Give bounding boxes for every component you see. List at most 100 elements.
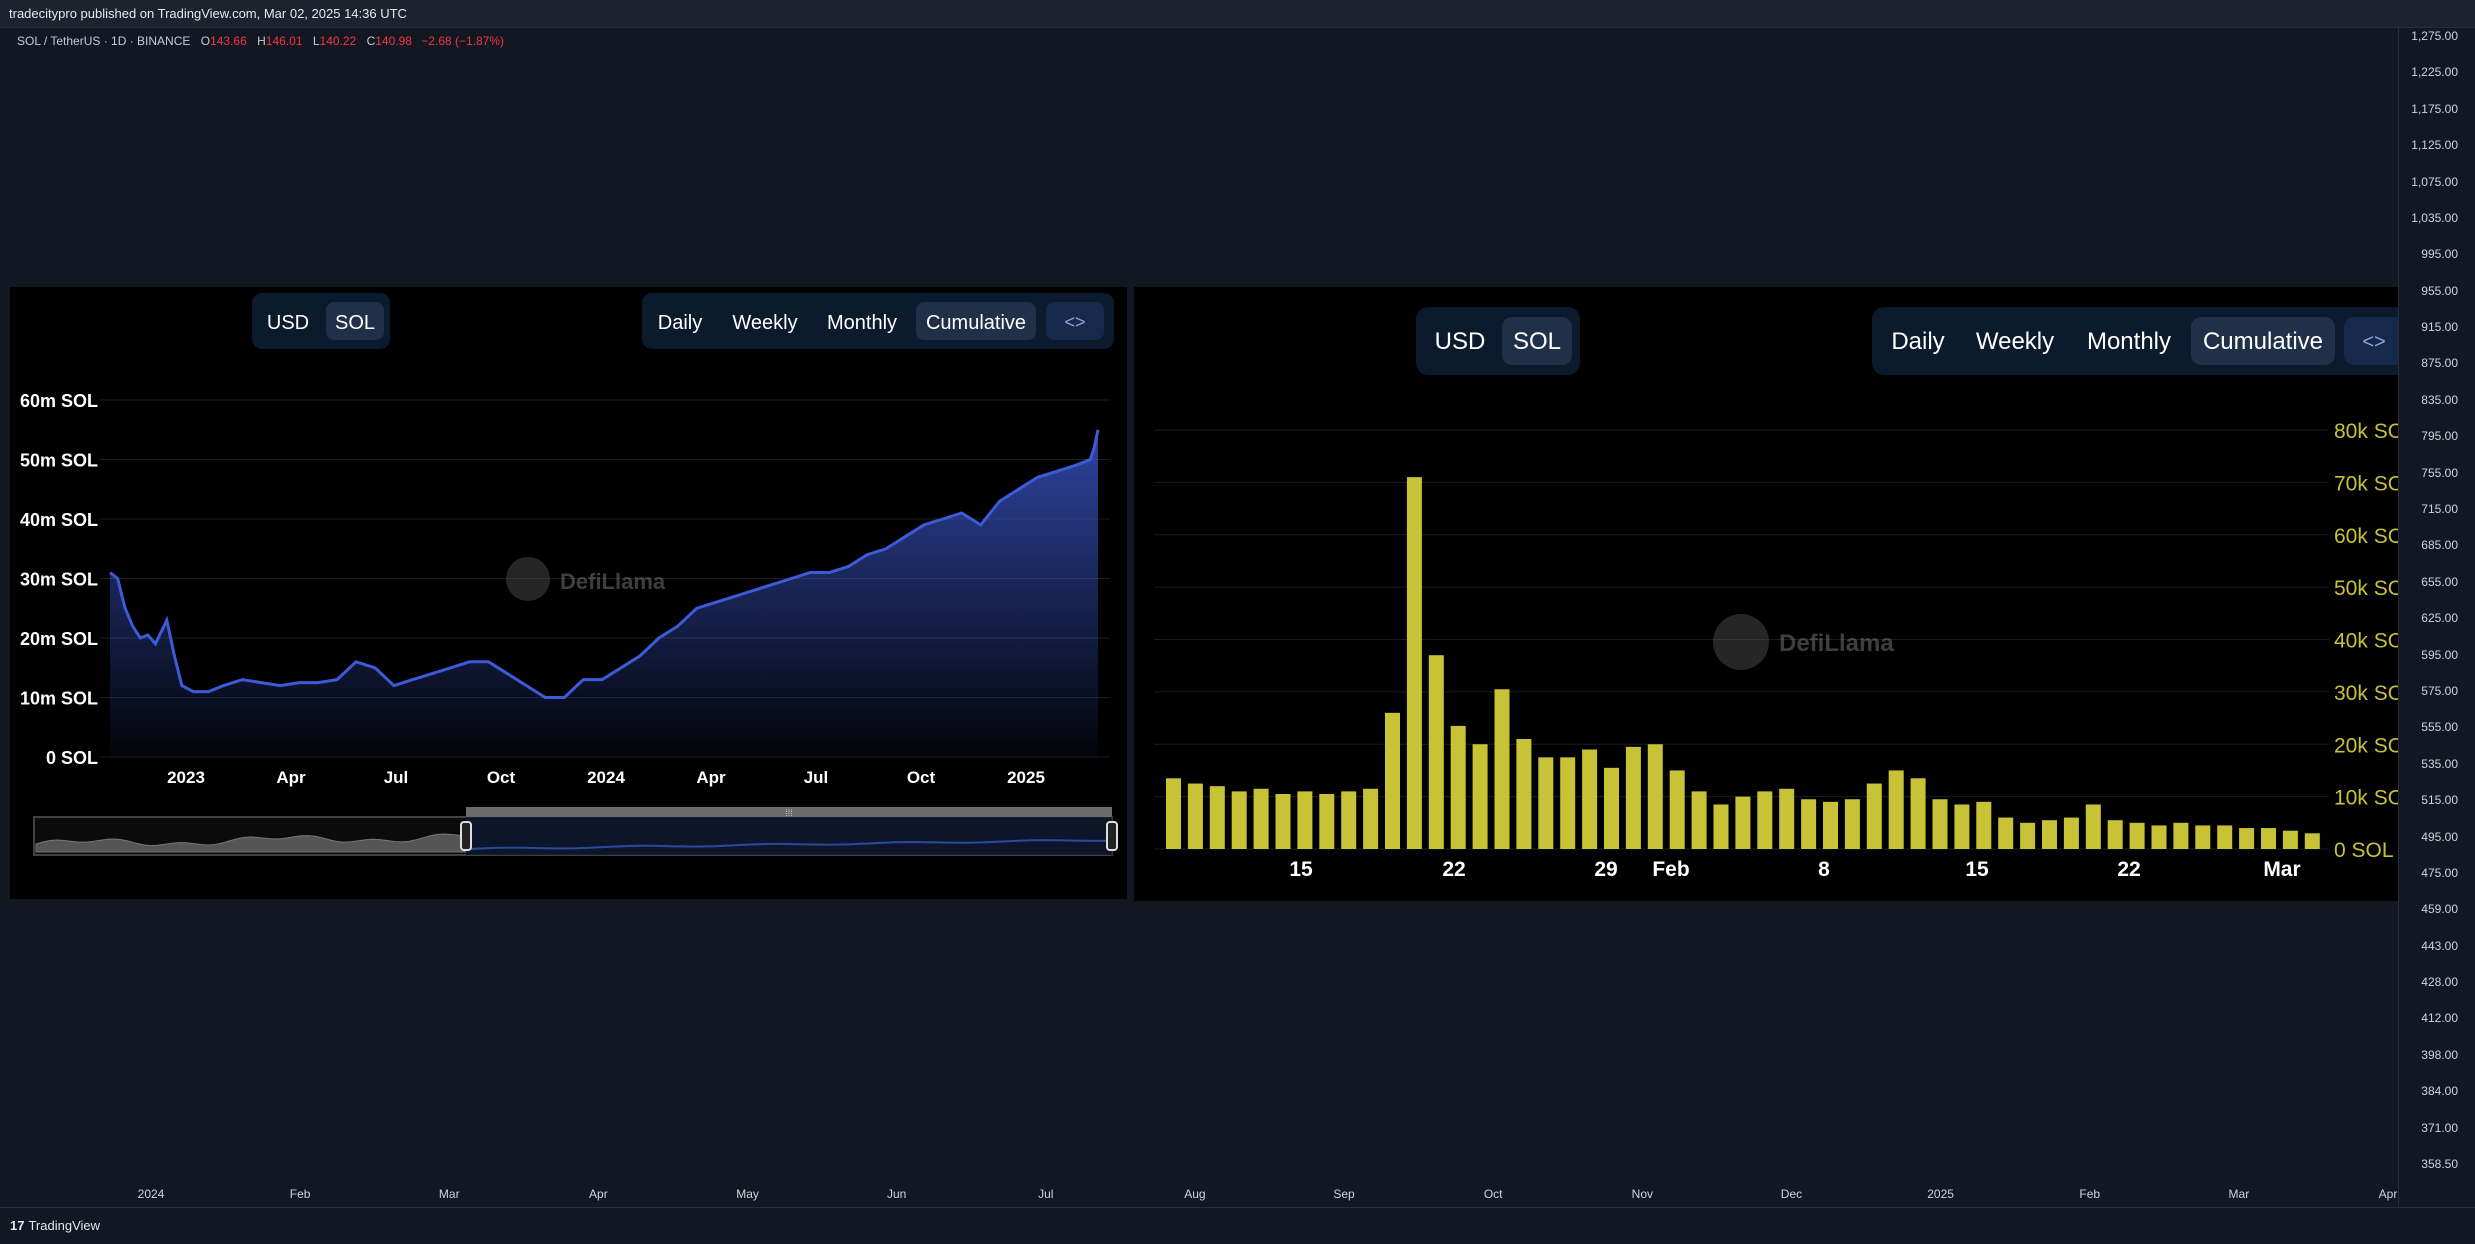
price-axis-label: 428.00: [2421, 975, 2458, 990]
y-tick-label: 20m SOL: [20, 629, 98, 649]
bar[interactable]: [1866, 783, 1882, 849]
bar[interactable]: [1669, 770, 1685, 849]
period-tab-cumulative[interactable]: Cumulative: [926, 312, 1026, 334]
period-tab-weekly[interactable]: Weekly: [1976, 328, 2054, 355]
bar[interactable]: [1625, 746, 1641, 849]
time-axis-label: Aug: [1184, 1187, 1206, 1201]
bar[interactable]: [2042, 820, 2057, 849]
symbol-name[interactable]: SOL / TetherUS · 1D · BINANCE: [17, 34, 190, 48]
currency-toggle: USD SOL: [1416, 307, 1580, 375]
bar[interactable]: [2151, 825, 2167, 849]
bar[interactable]: [1582, 749, 1598, 849]
time-axis-label: Apr: [589, 1187, 608, 1201]
bar[interactable]: [2239, 828, 2255, 849]
bar[interactable]: [1954, 804, 1970, 849]
bar[interactable]: [2085, 804, 2101, 849]
price-axis-label: 575.00: [2421, 683, 2458, 698]
bar[interactable]: [2282, 830, 2298, 849]
bar[interactable]: [1406, 477, 1422, 849]
bar[interactable]: [1801, 799, 1817, 849]
bar[interactable]: [1823, 801, 1838, 849]
range-selector[interactable]: ⁞⁞⁞: [33, 807, 1118, 856]
x-tick-label: 15: [1289, 858, 1313, 881]
currency-tab-sol[interactable]: SOL: [1513, 328, 1561, 355]
price-axis-label: 398.00: [2421, 1047, 2458, 1062]
bar[interactable]: [1209, 786, 1225, 849]
x-tick-label: Oct: [907, 768, 936, 787]
bar[interactable]: [2107, 820, 2123, 849]
price-axis-label: 358.50: [2421, 1157, 2458, 1171]
bar[interactable]: [1231, 791, 1247, 849]
bar[interactable]: [1187, 783, 1203, 849]
daily-bar-chart-panel: USD SOL Daily Weekly Monthly Cumulative …: [1134, 287, 2398, 901]
period-tab-weekly[interactable]: Weekly: [732, 312, 797, 334]
x-tick-label: Oct: [487, 768, 516, 787]
open-label: O: [200, 34, 211, 48]
bar[interactable]: [2304, 833, 2320, 849]
bar[interactable]: [1998, 817, 2014, 849]
price-axis-label: 515.00: [2421, 793, 2458, 808]
bar[interactable]: [1385, 712, 1400, 849]
range-handle-right[interactable]: [1106, 821, 1118, 851]
bar[interactable]: [2020, 822, 2036, 849]
bar[interactable]: [1319, 794, 1335, 849]
bar[interactable]: [1472, 744, 1488, 849]
bar[interactable]: [1494, 689, 1510, 849]
bar[interactable]: [1976, 801, 1992, 849]
currency-tab-usd[interactable]: USD: [1435, 328, 1486, 355]
period-tab-daily[interactable]: Daily: [1891, 328, 1944, 355]
bar[interactable]: [1888, 770, 1904, 849]
bar[interactable]: [1713, 804, 1729, 849]
bar[interactable]: [1297, 791, 1313, 849]
low-label: L: [312, 34, 320, 48]
range-handle-left[interactable]: [460, 821, 472, 851]
close-label: C: [366, 34, 376, 48]
bar[interactable]: [2063, 817, 2079, 849]
footer: 17 TradingView: [0, 1207, 2475, 1244]
x-tick-label: Feb: [1652, 858, 1689, 881]
bar[interactable]: [1538, 757, 1554, 849]
bar[interactable]: [1910, 778, 1926, 849]
bar[interactable]: [1735, 796, 1751, 849]
watermark-text: DefiLlama: [1779, 630, 1894, 657]
period-tab-cumulative[interactable]: Cumulative: [2203, 328, 2323, 355]
period-tab-monthly[interactable]: Monthly: [827, 312, 897, 334]
bar[interactable]: [1560, 757, 1576, 849]
y-tick-label: 40k SOL: [2334, 630, 2398, 653]
bar[interactable]: [2217, 825, 2233, 849]
price-axis-label: 1,035.00: [2411, 210, 2458, 225]
period-tab-monthly[interactable]: Monthly: [2087, 328, 2171, 355]
bar[interactable]: [2261, 828, 2276, 849]
y-tick-label: 60k SOL: [2334, 525, 2398, 548]
bar[interactable]: [1647, 744, 1663, 849]
bar[interactable]: [2173, 822, 2189, 849]
time-axis-label: Feb: [2079, 1187, 2101, 1201]
bar[interactable]: [1428, 655, 1444, 849]
bar[interactable]: [2129, 822, 2145, 849]
bar[interactable]: [1166, 778, 1181, 849]
price-axis[interactable]: 1,275.00 1,225.00 1,175.00 1,125.00 1,075.00…: [2398, 27, 2475, 1207]
bar[interactable]: [1450, 725, 1466, 849]
x-tick-label: 15: [1965, 858, 1989, 881]
bar[interactable]: [1363, 788, 1379, 849]
tradingview-logo[interactable]: 17 TradingView: [10, 1218, 100, 1233]
period-tab-daily[interactable]: Daily: [658, 312, 702, 334]
bar[interactable]: [1341, 791, 1357, 849]
bar[interactable]: [1691, 791, 1707, 849]
bar[interactable]: [1275, 794, 1291, 849]
bar[interactable]: [1757, 791, 1773, 849]
bar[interactable]: [1844, 799, 1860, 849]
bar[interactable]: [1779, 788, 1795, 849]
bar[interactable]: [1516, 739, 1532, 849]
bar[interactable]: [1932, 799, 1948, 849]
bar[interactable]: [2195, 825, 2211, 849]
currency-tab-usd[interactable]: USD: [267, 312, 309, 334]
x-tick-label: Apr: [696, 768, 726, 787]
time-axis[interactable]: 2024 Feb Mar Apr May Jun Jul Aug Sep Oct Nov Dec 202…: [0, 1183, 2398, 1205]
x-tick-label: Mar: [2263, 858, 2300, 881]
bar[interactable]: [1253, 788, 1269, 849]
currency-tab-sol[interactable]: SOL: [335, 312, 375, 334]
time-axis-label: Jun: [886, 1187, 907, 1201]
y-tick-label: 50m SOL: [20, 451, 98, 471]
bar[interactable]: [1604, 767, 1619, 849]
